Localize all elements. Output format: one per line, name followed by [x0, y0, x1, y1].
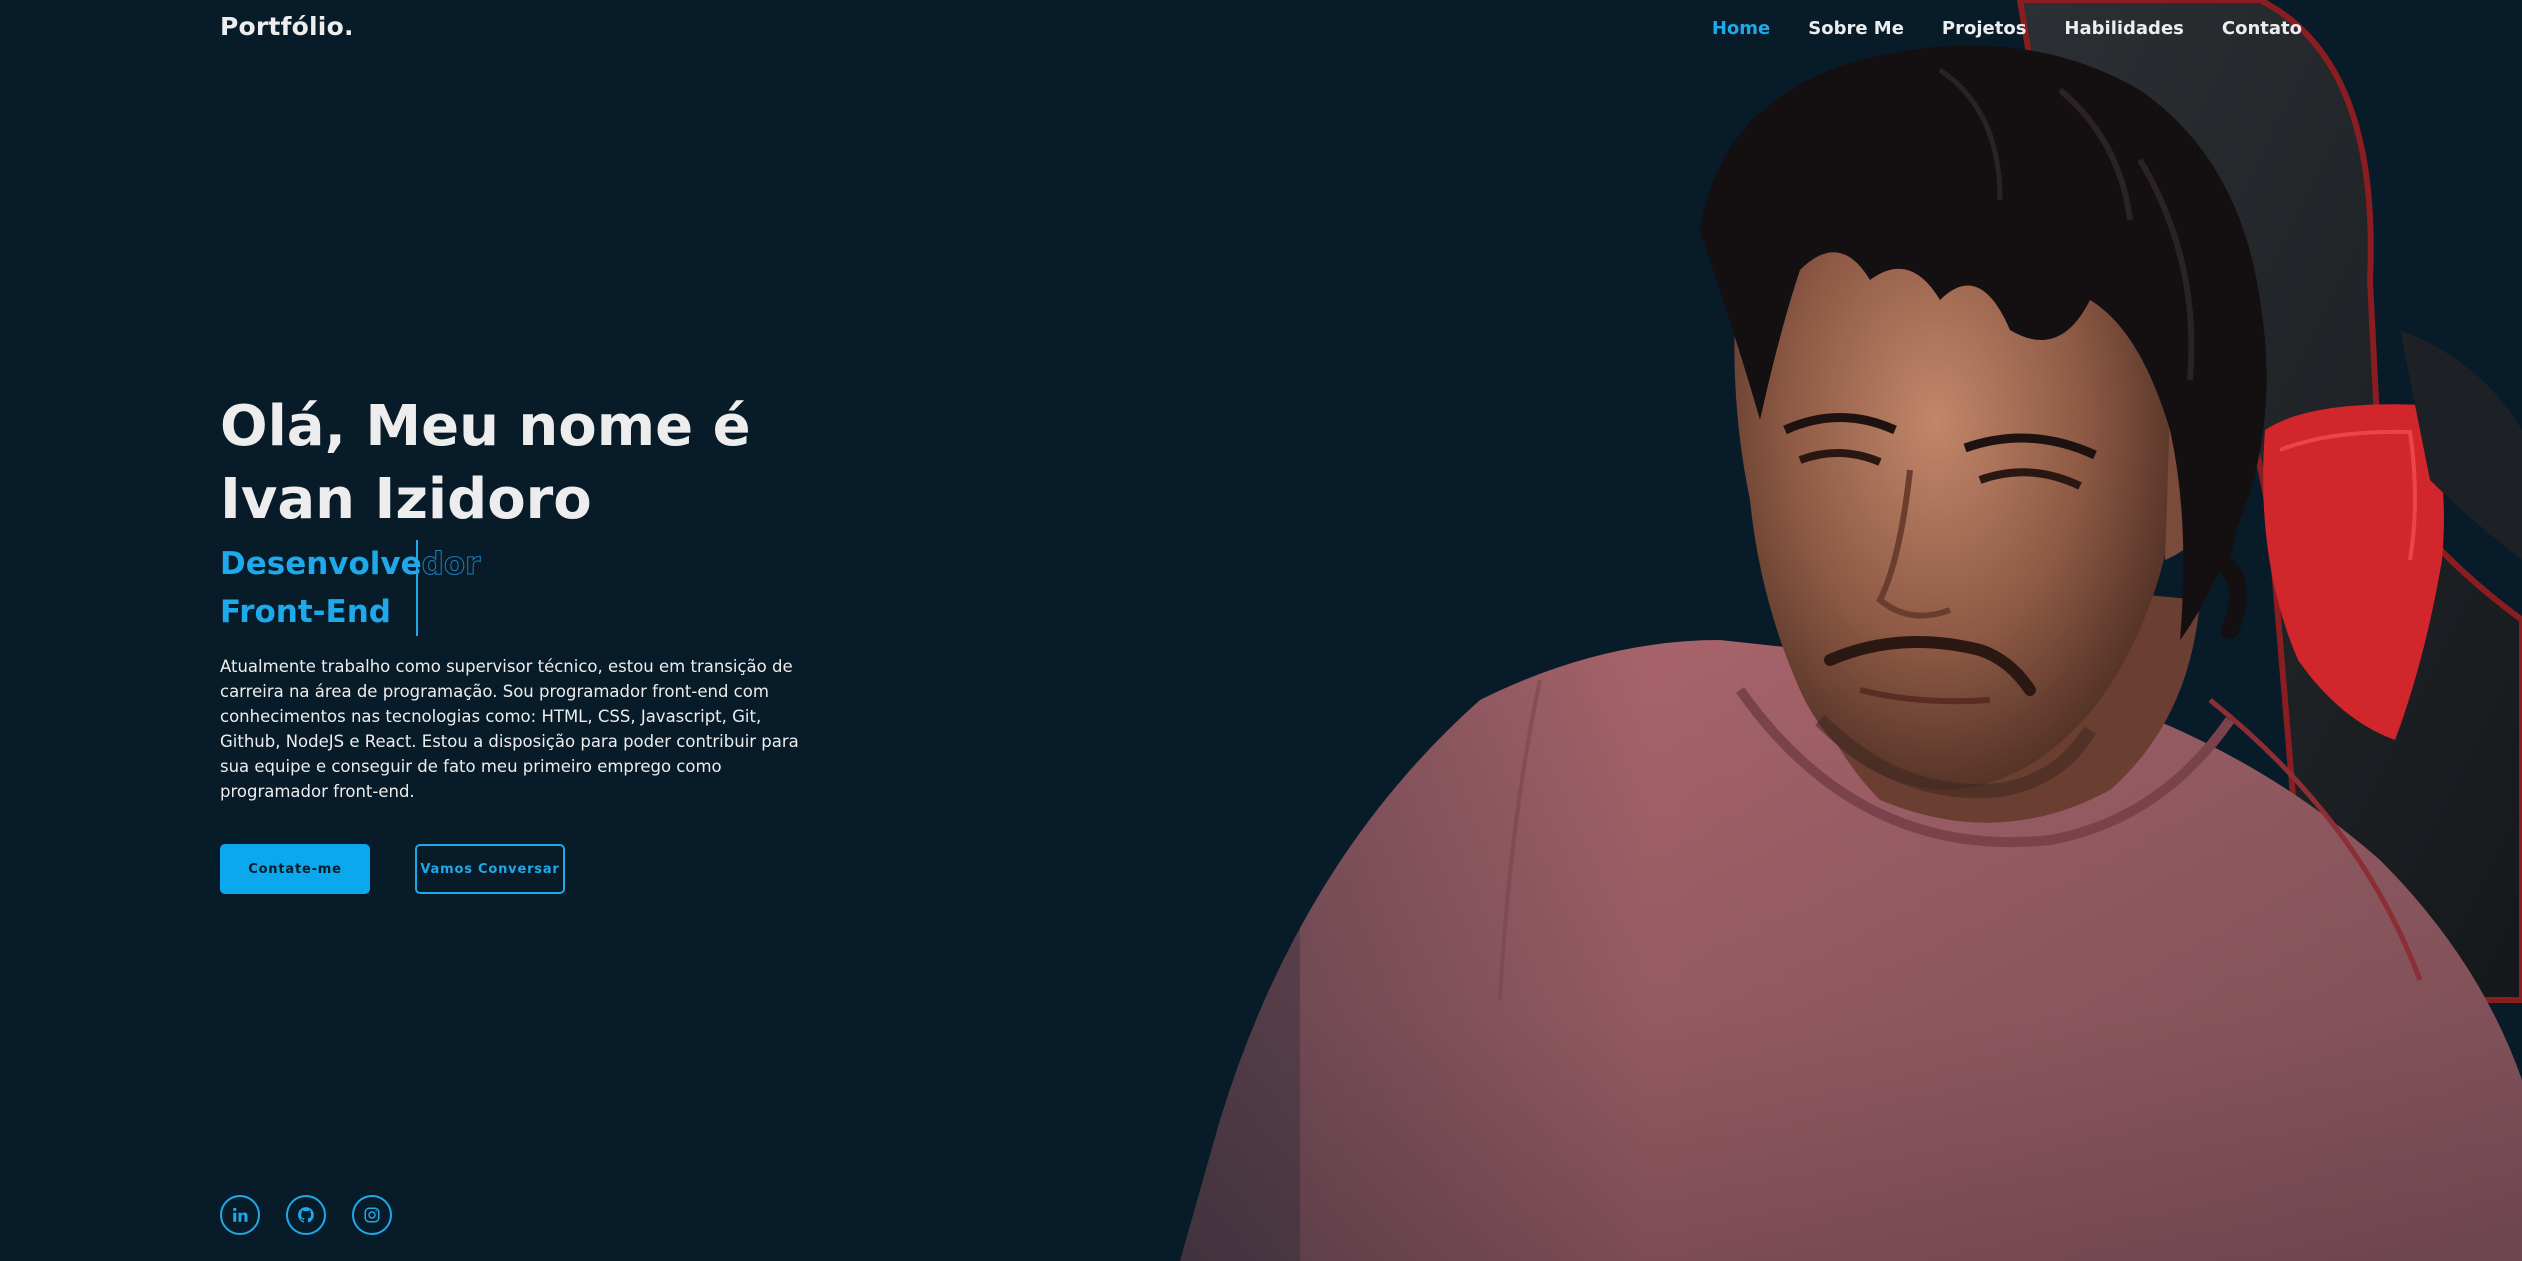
typing-caret — [416, 540, 418, 636]
nav-sobre-me[interactable]: Sobre Me — [1808, 18, 1904, 39]
site-logo[interactable]: Portfólio. — [220, 12, 354, 41]
nav-habilidades[interactable]: Habilidades — [2064, 18, 2183, 39]
hero-buttons: Contate-me Vamos Conversar — [220, 844, 840, 894]
nav-projetos[interactable]: Projetos — [1942, 18, 2027, 39]
profile-photo — [1180, 0, 2522, 1261]
role-text: Desenvolvedor Front-End — [220, 540, 481, 636]
hero-bio: Atualmente trabalho como supervisor técn… — [220, 657, 799, 801]
linkedin-icon[interactable] — [220, 1195, 260, 1235]
lets-talk-button[interactable]: Vamos Conversar — [415, 844, 565, 894]
social-links — [220, 1195, 392, 1235]
github-icon[interactable] — [286, 1195, 326, 1235]
role-line2: Front-End — [220, 594, 391, 630]
main-nav: Home Sobre Me Projetos Habilidades Conta… — [1712, 18, 2302, 39]
nav-home[interactable]: Home — [1712, 18, 1770, 39]
hero-title-line1: Olá, Meu nome é — [220, 394, 751, 459]
contact-me-button[interactable]: Contate-me — [220, 844, 370, 894]
role-solid: Desenvolve — [220, 546, 422, 582]
hero-section: Olá, Meu nome é Ivan Izidoro Desenvolved… — [220, 390, 840, 894]
site-header: Portfólio. Home Sobre Me Projetos Habili… — [0, 0, 2522, 60]
portfolio-page: Portfólio. Home Sobre Me Projetos Habili… — [0, 0, 2522, 1261]
instagram-icon[interactable] — [352, 1195, 392, 1235]
role-typing: Desenvolvedor Front-End — [220, 540, 481, 636]
nav-contato[interactable]: Contato — [2222, 18, 2302, 39]
role-ghost: dor — [421, 546, 481, 583]
hero-title: Olá, Meu nome é Ivan Izidoro — [220, 390, 840, 536]
hero-title-name: Ivan Izidoro — [220, 467, 592, 532]
